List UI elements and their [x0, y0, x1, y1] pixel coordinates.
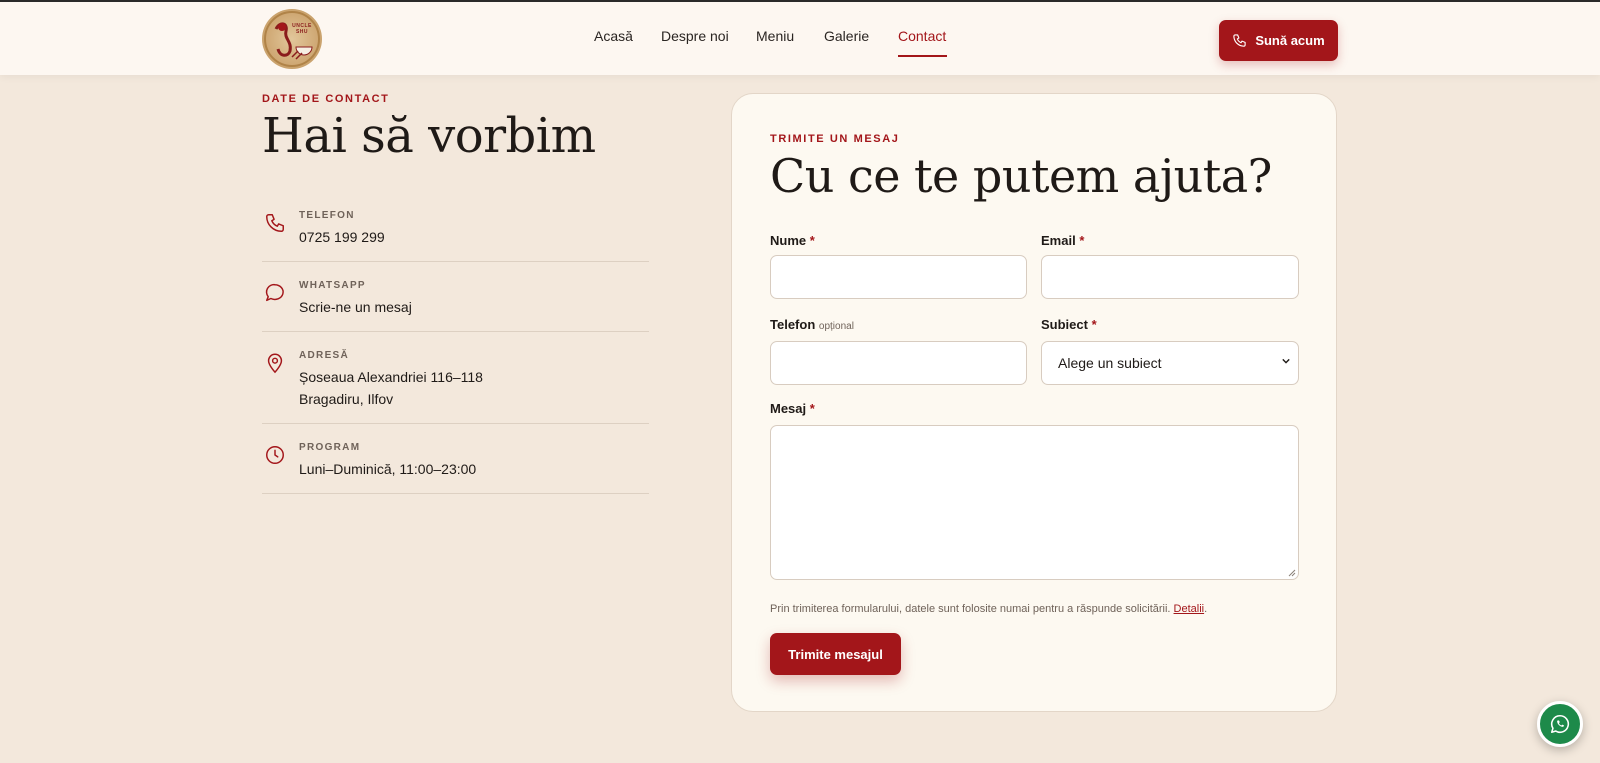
- contact-value: Scrie-ne un mesaj: [299, 299, 412, 315]
- contact-eyebrow: DATE DE CONTACT: [262, 93, 390, 105]
- chevron-down-icon: [1282, 358, 1290, 364]
- privacy-note: Prin trimiterea formularului, datele sun…: [770, 603, 1208, 615]
- name-input[interactable]: [770, 255, 1027, 299]
- site-header: UNCLE SHU Acasă Despre noi Meniu Galerie…: [0, 2, 1600, 75]
- resize-grip-icon[interactable]: [1288, 569, 1296, 577]
- contact-value: Șoseaua Alexandriei 116–118 Bragadiru, I…: [299, 366, 483, 410]
- contact-value: 0725 199 299: [299, 229, 385, 245]
- contact-label: PROGRAM: [299, 442, 361, 453]
- whatsapp-icon: [1550, 714, 1570, 734]
- brand-logo[interactable]: UNCLE SHU: [262, 9, 322, 69]
- call-now-label: Sună acum: [1255, 33, 1325, 48]
- phone-icon: [1233, 34, 1246, 47]
- contact-item-phone[interactable]: TELEFON 0725 199 299: [262, 210, 649, 262]
- contact-item-whatsapp[interactable]: WHATSAPP Scrie-ne un mesaj: [262, 280, 649, 332]
- chat-bubble-icon: [265, 284, 284, 302]
- nav-item-despre-noi[interactable]: Despre noi: [661, 28, 729, 44]
- address-line-2: Bragadiru, Ilfov: [299, 391, 394, 407]
- logo-text: UNCLE SHU: [292, 23, 312, 35]
- privacy-details-link[interactable]: Detalii: [1174, 603, 1205, 615]
- email-label: Email *: [1041, 233, 1085, 248]
- phone-icon: [266, 214, 284, 232]
- message-textarea[interactable]: [770, 425, 1299, 580]
- submit-button[interactable]: Trimite mesajul: [770, 633, 901, 675]
- contact-item-address[interactable]: ADRESĂ Șoseaua Alexandriei 116–118 Braga…: [262, 350, 649, 424]
- message-label: Mesaj *: [770, 401, 815, 416]
- subject-select-value: Alege un subiect: [1058, 355, 1162, 371]
- contact-label: ADRESĂ: [299, 350, 350, 361]
- contact-title: Hai să vorbim: [262, 108, 596, 164]
- contact-form-card: TRIMITE UN MESAJ Cu ce te putem ajuta? N…: [731, 93, 1337, 712]
- subject-select[interactable]: Alege un subiect: [1041, 341, 1299, 385]
- contact-item-program: PROGRAM Luni–Duminică, 11:00–23:00: [262, 442, 649, 494]
- contact-label: WHATSAPP: [299, 280, 366, 291]
- logo-emblem-icon: [264, 11, 320, 67]
- nav-item-acasa[interactable]: Acasă: [594, 28, 633, 44]
- map-pin-icon: [267, 353, 283, 374]
- contact-label: TELEFON: [299, 210, 355, 221]
- email-input[interactable]: [1041, 255, 1299, 299]
- form-eyebrow: TRIMITE UN MESAJ: [770, 133, 900, 145]
- address-line-1: Șoseaua Alexandriei 116–118: [299, 369, 483, 385]
- form-title: Cu ce te putem ajuta?: [770, 149, 1272, 203]
- name-label: Nume *: [770, 233, 815, 248]
- whatsapp-floating-button[interactable]: [1537, 701, 1583, 747]
- nav-item-contact[interactable]: Contact: [898, 28, 946, 44]
- phone-input[interactable]: [770, 341, 1027, 385]
- subject-label: Subiect *: [1041, 317, 1097, 332]
- nav-item-galerie[interactable]: Galerie: [824, 28, 869, 44]
- clock-icon: [266, 446, 284, 464]
- phone-label: Telefon opțional: [770, 317, 854, 332]
- call-now-button[interactable]: Sună acum: [1219, 20, 1338, 61]
- nav-active-underline: [898, 55, 947, 57]
- nav-item-meniu[interactable]: Meniu: [756, 28, 794, 44]
- contact-value: Luni–Duminică, 11:00–23:00: [299, 461, 477, 477]
